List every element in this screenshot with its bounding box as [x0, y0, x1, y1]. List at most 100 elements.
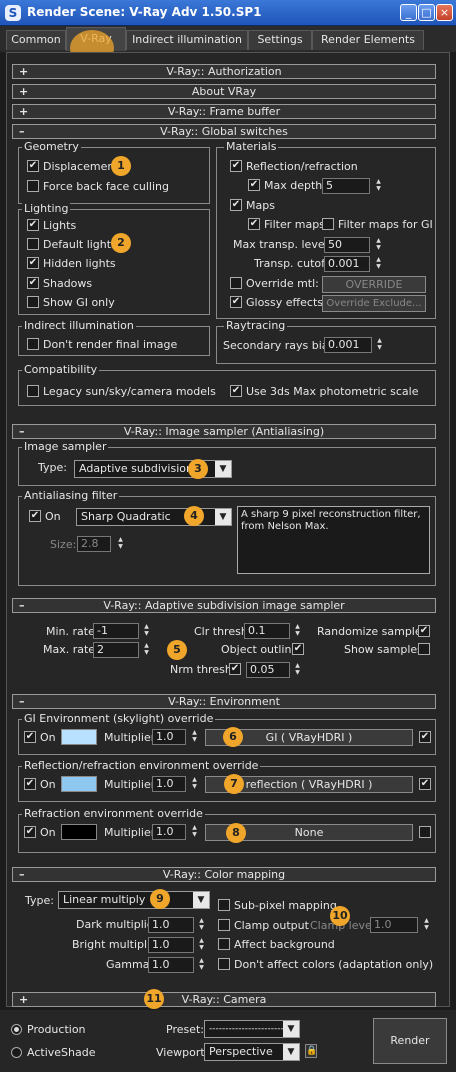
dark-mult-field[interactable]: 1.0	[148, 917, 194, 933]
chevron-down-icon: ▼	[283, 1021, 299, 1037]
nrm-thresh-checkbox[interactable]: ✔	[229, 663, 241, 675]
filter-maps-gi-checkbox[interactable]	[322, 218, 334, 230]
render-button[interactable]: Render	[373, 1018, 447, 1064]
size-field[interactable]: 2.8	[77, 536, 111, 552]
glossy-effects-checkbox[interactable]: ✔	[230, 296, 242, 308]
gamma-spinner[interactable]: ▲ ▼	[197, 957, 206, 973]
viewport-select[interactable]: Perspective ▼	[204, 1043, 300, 1061]
maps-checkbox[interactable]: ✔	[230, 199, 242, 211]
override-mtl-checkbox[interactable]	[230, 277, 242, 289]
refr-env-mult-field[interactable]: 1.0	[152, 824, 186, 840]
subpixel-checkbox[interactable]	[218, 899, 230, 911]
bright-mult-spinner[interactable]: ▲ ▼	[197, 937, 206, 953]
refr-env-map-checkbox[interactable]	[419, 826, 431, 838]
max-rate-field[interactable]: 2	[93, 642, 139, 658]
clamp-output-label: Clamp output	[234, 919, 309, 932]
legacy-checkbox[interactable]	[27, 385, 39, 397]
hidden-lights-checkbox[interactable]: ✔	[27, 257, 39, 269]
max-rate-spinner[interactable]: ▲ ▼	[142, 642, 151, 658]
min-rate-spinner[interactable]: ▲ ▼	[142, 623, 151, 639]
gi-env-mult-spinner[interactable]: ▲ ▼	[190, 729, 199, 745]
gi-env-map-checkbox[interactable]: ✔	[419, 731, 431, 743]
refl-env-color-swatch[interactable]	[61, 776, 97, 792]
cm-type-select[interactable]: Linear multiply ▼	[58, 891, 210, 909]
rollout-environment[interactable]: – V-Ray:: Environment	[12, 694, 436, 709]
rollout-image-sampler[interactable]: – V-Ray:: Image sampler (Antialiasing)	[12, 424, 436, 439]
randomize-checkbox[interactable]: ✔	[418, 625, 430, 637]
displacement-checkbox[interactable]: ✔	[27, 160, 39, 172]
show-gi-only-checkbox[interactable]	[27, 296, 39, 308]
clr-thresh-field[interactable]: 0.1	[244, 623, 290, 639]
shadows-checkbox[interactable]: ✔	[27, 277, 39, 289]
gi-env-color-swatch[interactable]	[61, 729, 97, 745]
min-rate-field[interactable]: -1	[93, 623, 139, 639]
production-radio[interactable]	[11, 1024, 22, 1035]
filter-maps-gi-label: Filter maps for GI	[338, 218, 433, 231]
refr-env-color-swatch[interactable]	[61, 824, 97, 840]
max-transp-field[interactable]: 50	[324, 237, 370, 253]
filter-maps-checkbox[interactable]: ✔	[248, 218, 260, 230]
rollout-adaptive-subdivision[interactable]: – V-Ray:: Adaptive subdivision image samp…	[12, 598, 436, 613]
rollout-global-switches[interactable]: – V-Ray:: Global switches	[12, 124, 436, 139]
max-depth-spinner[interactable]: ▲ ▼	[374, 178, 383, 194]
tab-settings[interactable]: Settings	[248, 30, 312, 50]
dark-mult-spinner[interactable]: ▲ ▼	[197, 917, 206, 933]
rollout-camera[interactable]: + V-Ray:: Camera	[12, 992, 436, 1007]
refl-env-mult-spinner[interactable]: ▲ ▼	[190, 776, 199, 792]
refl-env-on-checkbox[interactable]: ✔	[24, 778, 36, 790]
transp-cutoff-spinner[interactable]: ▲ ▼	[374, 256, 383, 272]
bright-mult-field[interactable]: 1.0	[148, 937, 194, 953]
object-outline-checkbox[interactable]: ✔	[292, 643, 304, 655]
refl-env-mult-field[interactable]: 1.0	[152, 776, 186, 792]
lights-checkbox[interactable]: ✔	[27, 219, 39, 231]
lock-icon[interactable]: 🔒	[305, 1044, 317, 1058]
tab-common[interactable]: Common	[6, 30, 66, 50]
default-lights-checkbox[interactable]	[27, 238, 39, 250]
marker-4: 4	[184, 506, 204, 526]
rollout-color-mapping[interactable]: – V-Ray:: Color mapping	[12, 867, 436, 882]
clamp-level-spinner[interactable]: ▲ ▼	[422, 917, 431, 933]
size-spinner[interactable]: ▲ ▼	[116, 536, 125, 552]
show-samples-checkbox[interactable]	[418, 643, 430, 655]
minimize-button[interactable]: _	[400, 4, 417, 21]
secondary-bias-spinner[interactable]: ▲ ▼	[375, 337, 384, 353]
tab-render-elements[interactable]: Render Elements	[312, 30, 424, 50]
close-button[interactable]: ×	[436, 4, 453, 21]
tab-indirect-illumination[interactable]: Indirect illumination	[126, 30, 248, 50]
refr-env-mult-spinner[interactable]: ▲ ▼	[190, 824, 199, 840]
override-mtl-button[interactable]: OVERRIDE	[322, 276, 426, 293]
nrm-thresh-spinner[interactable]: ▲ ▼	[293, 662, 302, 678]
clamp-output-checkbox[interactable]	[218, 919, 230, 931]
gamma-field[interactable]: 1.0	[148, 957, 194, 973]
override-exclude-button[interactable]: Override Exclude...	[322, 295, 426, 312]
max-depth-field[interactable]: 5	[322, 178, 370, 194]
refl-env-map-checkbox[interactable]: ✔	[419, 778, 431, 790]
reflection-checkbox[interactable]: ✔	[230, 160, 242, 172]
rollout-about-vray[interactable]: + About VRay	[12, 84, 436, 99]
refr-env-on-checkbox[interactable]: ✔	[24, 826, 36, 838]
clamp-level-field[interactable]: 1.0	[370, 917, 418, 933]
clr-thresh-spinner[interactable]: ▲ ▼	[293, 623, 302, 639]
gi-env-mult-field[interactable]: 1.0	[152, 729, 186, 745]
rollout-frame-buffer[interactable]: + V-Ray:: Frame buffer	[12, 104, 436, 119]
activeshade-radio[interactable]	[11, 1047, 22, 1058]
max-depth-checkbox[interactable]: ✔	[248, 179, 260, 191]
transp-cutoff-field[interactable]: 0.001	[324, 256, 370, 272]
rollout-authorization[interactable]: + V-Ray:: Authorization	[12, 64, 436, 79]
maximize-button[interactable]: □	[418, 4, 435, 21]
sampler-type-select[interactable]: Adaptive subdivision ▼	[74, 460, 232, 478]
affect-bg-checkbox[interactable]	[218, 938, 230, 950]
gi-env-on-checkbox[interactable]: ✔	[24, 731, 36, 743]
aa-on-checkbox[interactable]: ✔	[29, 510, 41, 522]
use-3ds-checkbox[interactable]: ✔	[230, 385, 242, 397]
secondary-bias-field[interactable]: 0.001	[324, 337, 372, 353]
preset-select[interactable]: -------------------------- ▼	[204, 1020, 300, 1038]
aa-filter-select[interactable]: Sharp Quadratic ▼	[76, 508, 232, 526]
clr-thresh-label: Clr thresh:	[194, 625, 252, 638]
nrm-thresh-field[interactable]: 0.05	[246, 662, 290, 678]
force-back-checkbox[interactable]	[27, 180, 39, 192]
geometry-group	[18, 147, 210, 204]
dont-affect-checkbox[interactable]	[218, 958, 230, 970]
dont-render-checkbox[interactable]	[27, 338, 39, 350]
max-transp-spinner[interactable]: ▲ ▼	[374, 237, 383, 253]
